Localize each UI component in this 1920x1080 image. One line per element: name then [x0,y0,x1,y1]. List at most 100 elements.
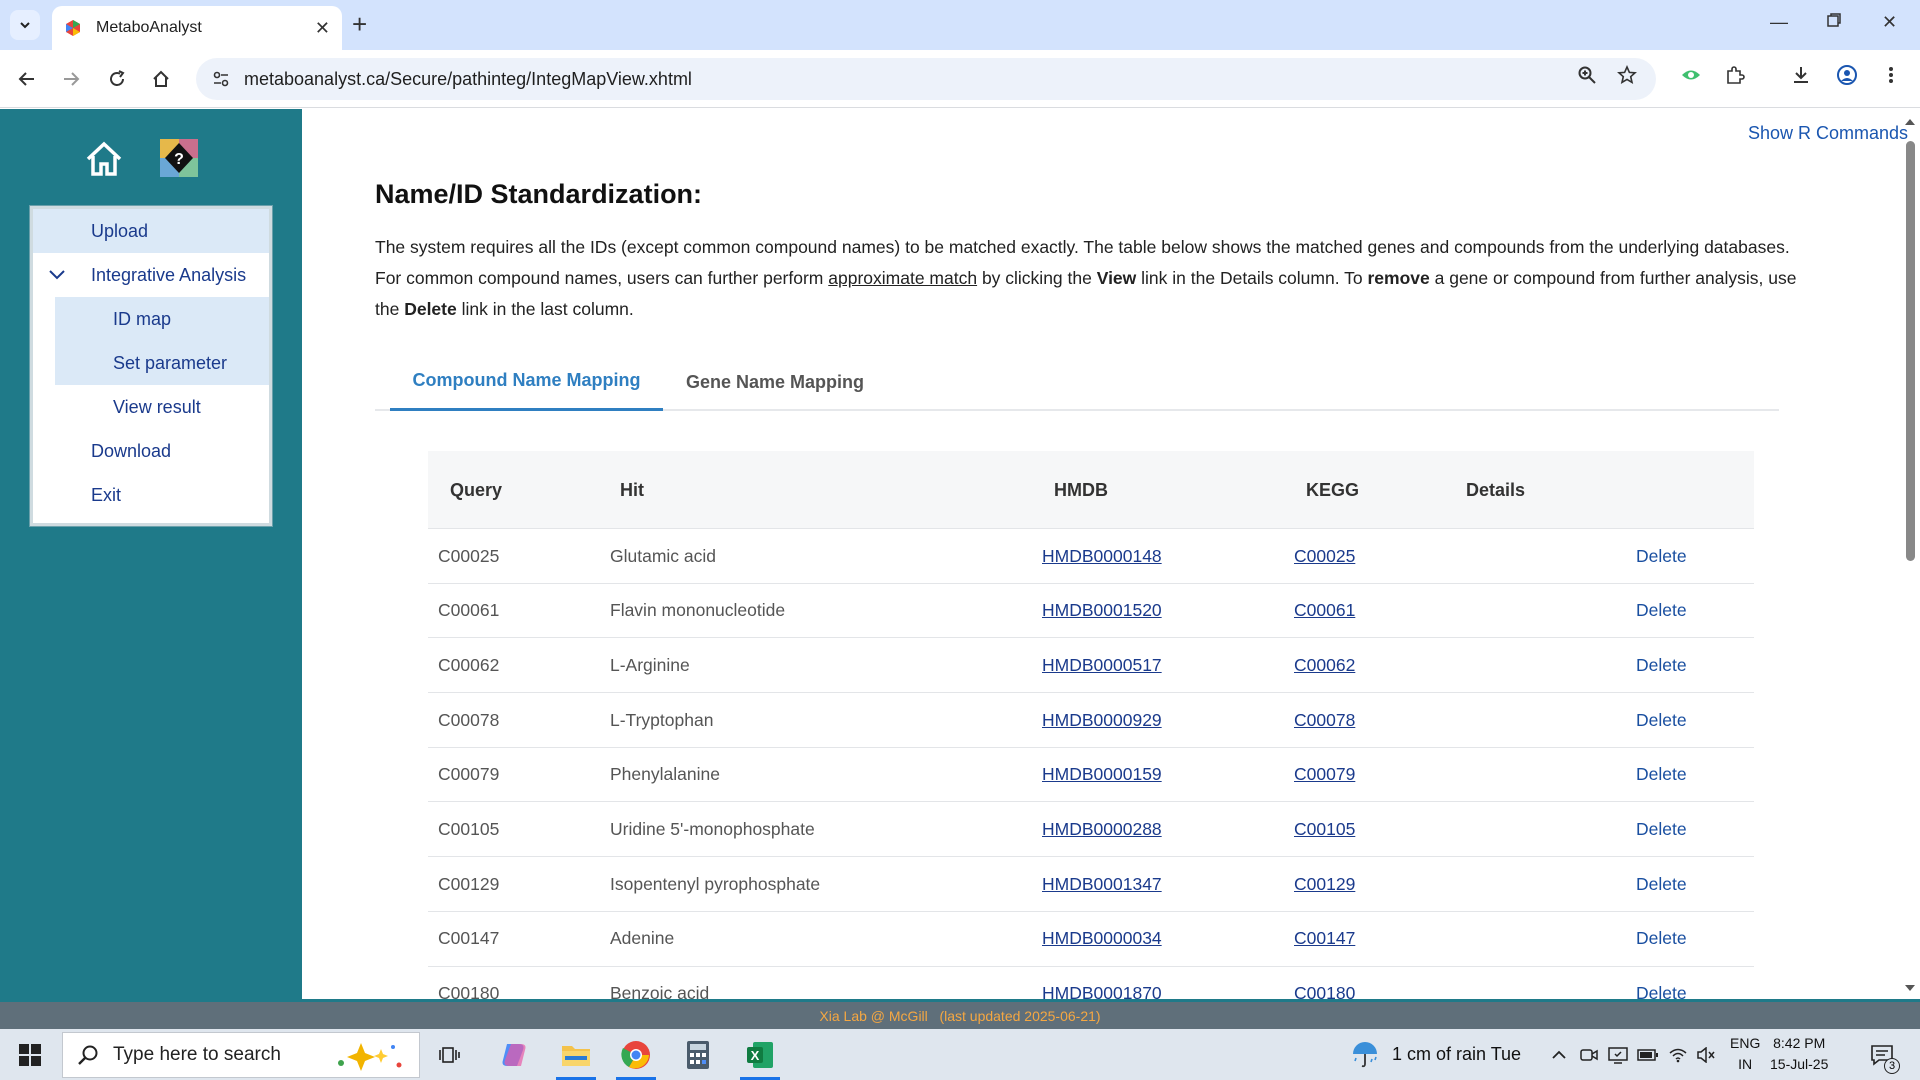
delete-link[interactable]: Delete [1636,983,1687,999]
task-view-icon[interactable] [430,1029,470,1080]
file-explorer-icon[interactable] [552,1029,600,1080]
hmdb-link[interactable]: HMDB0000159 [1042,764,1162,785]
tab-gene-name-mapping[interactable]: Gene Name Mapping [665,353,885,411]
wifi-icon[interactable] [1664,1029,1692,1080]
minimize-icon[interactable]: — [1770,12,1788,33]
hmdb-link[interactable]: HMDB0001347 [1042,874,1162,895]
delete-link[interactable]: Delete [1636,655,1687,676]
kegg-link[interactable]: C00061 [1294,600,1355,621]
cell-query-cell: C00078 [438,693,499,747]
tab-compound-name-mapping[interactable]: Compound Name Mapping [390,353,663,411]
delete-link[interactable]: Delete [1636,710,1687,731]
home-button[interactable] [146,64,176,94]
kegg-link[interactable]: C00129 [1294,874,1355,895]
show-r-commands-link[interactable]: Show R Commands [1748,123,1908,144]
extensions-puzzle-icon[interactable] [1720,60,1750,90]
notification-center-icon[interactable]: 3 [1862,1029,1902,1080]
profile-avatar-icon[interactable] [1832,60,1862,90]
delete-link[interactable]: Delete [1636,546,1687,567]
hmdb-link[interactable]: HMDB0000517 [1042,655,1162,676]
hmdb-link[interactable]: HMDB0001870 [1042,983,1162,999]
cell-hit-cell: Glutamic acid [610,529,716,583]
bookmark-star-icon[interactable] [1612,60,1642,90]
input-language[interactable]: ENG IN [1730,1033,1760,1075]
sidebar-item-integrative-analysis[interactable]: Integrative Analysis [33,253,269,297]
cell-query-cell: C00180 [438,967,500,999]
svg-text:X: X [751,1048,760,1063]
cell-query-cell: C00025 [438,529,499,583]
hmdb-link[interactable]: HMDB0000148 [1042,546,1162,567]
chrome-icon[interactable] [612,1029,660,1080]
window-close-icon[interactable]: ✕ [1882,12,1897,33]
sidebar-item-view-result[interactable]: View result [55,385,269,429]
kegg-link[interactable]: C00079 [1294,764,1355,785]
battery-icon[interactable] [1634,1029,1662,1080]
taskbar-search-box[interactable]: Type here to search [62,1032,420,1078]
kegg-link-cell: C00180 [1294,967,1355,999]
help-icon[interactable]: ? [160,139,198,177]
delete-link-cell: Delete [1636,584,1687,638]
delete-link[interactable]: Delete [1636,928,1687,949]
kegg-link[interactable]: C00147 [1294,928,1355,949]
scroll-up-icon[interactable] [1904,117,1916,127]
delete-link[interactable]: Delete [1636,764,1687,785]
zoom-icon[interactable] [1572,60,1602,90]
restore-icon[interactable] [1826,12,1842,33]
system-clock[interactable]: 8:42 PM 15-Jul-25 [1770,1033,1828,1075]
table-body: C00025 Glutamic acid HMDB0000148 C00025 Dele… [428,529,1754,999]
scrollbar-thumb[interactable] [1906,141,1915,561]
kegg-link-cell: C00129 [1294,857,1355,911]
reload-button[interactable] [102,64,132,94]
extension-eye-icon[interactable] [1676,60,1706,90]
new-tab-button[interactable]: + [352,10,367,38]
hmdb-link[interactable]: HMDB0000288 [1042,819,1162,840]
hmdb-link-cell: HMDB0001520 [1042,584,1162,638]
sidebar-item-download[interactable]: Download [33,429,269,473]
kegg-link[interactable]: C00105 [1294,819,1355,840]
copilot-app-icon[interactable] [490,1029,538,1080]
metaboanalyst-favicon-icon [66,20,80,36]
forward-button[interactable] [56,64,86,94]
hmdb-link[interactable]: HMDB0000034 [1042,928,1162,949]
sidebar-item-set-parameter[interactable]: Set parameter [55,341,269,385]
delete-link[interactable]: Delete [1636,819,1687,840]
approximate-match-link[interactable]: approximate match [828,268,977,288]
delete-link[interactable]: Delete [1636,874,1687,895]
cell-query: C00180 [438,983,500,999]
cell-query-cell: C00105 [438,802,499,856]
browser-tab-active[interactable]: MetaboAnalyst ✕ [52,6,342,50]
back-button[interactable] [12,64,42,94]
cell-query: C00078 [438,709,500,730]
page-scrollbar[interactable] [1904,117,1916,993]
sidebar-item-upload[interactable]: Upload [33,209,269,253]
meet-now-icon[interactable] [1576,1029,1602,1080]
start-button[interactable] [0,1029,60,1080]
hmdb-link[interactable]: HMDB0001520 [1042,600,1162,621]
kegg-link[interactable]: C00062 [1294,655,1355,676]
home-icon[interactable] [84,139,124,179]
address-bar[interactable]: metaboanalyst.ca/Secure/pathinteg/IntegM… [196,58,1656,100]
hmdb-link-cell: HMDB0000148 [1042,529,1162,583]
search-icon [78,1045,98,1065]
hmdb-link[interactable]: HMDB0000929 [1042,710,1162,731]
tab-close-icon[interactable]: ✕ [315,18,330,39]
scroll-down-icon[interactable] [1904,983,1916,993]
sidebar-item-exit[interactable]: Exit [33,473,269,517]
delete-link[interactable]: Delete [1636,600,1687,621]
browser-menu-icon[interactable] [1876,60,1906,90]
delete-link-cell: Delete [1636,857,1687,911]
display-icon[interactable] [1604,1029,1632,1080]
tray-chevron-up-icon[interactable] [1546,1029,1572,1080]
calculator-icon[interactable] [674,1029,722,1080]
kegg-link[interactable]: C00180 [1294,983,1355,999]
kegg-link[interactable]: C00078 [1294,710,1355,731]
excel-icon[interactable]: X [736,1029,784,1080]
volume-muted-icon[interactable] [1692,1029,1720,1080]
tab-search-button[interactable] [10,10,40,40]
cell-hit-cell: Adenine [610,912,674,966]
weather-text: 1 cm of rain Tue [1392,1044,1522,1064]
kegg-link[interactable]: C00025 [1294,546,1355,567]
chevron-down-icon [49,270,65,280]
sidebar-item-id-map[interactable]: ID map [55,297,269,341]
download-icon[interactable] [1786,60,1816,90]
